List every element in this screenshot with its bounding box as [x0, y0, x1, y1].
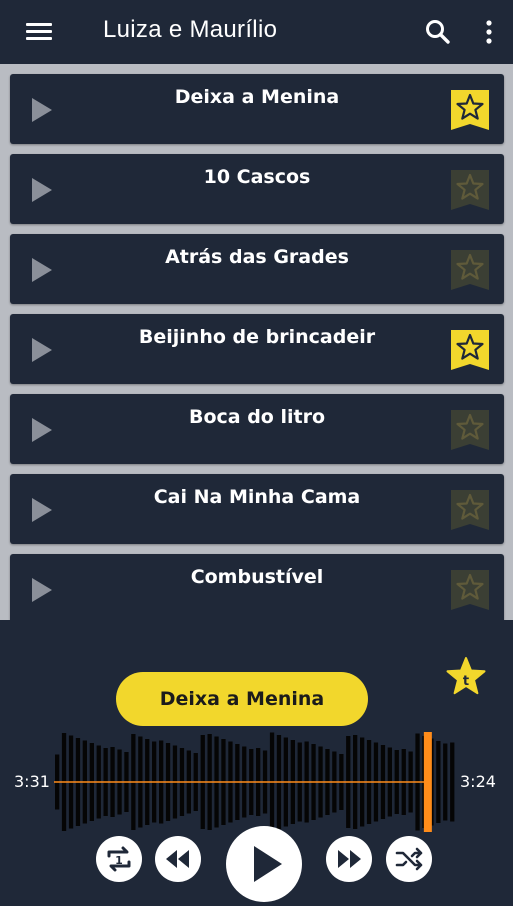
app-title: Luiza e Maurílio — [103, 16, 278, 43]
song-title: 10 Cascos — [203, 166, 311, 188]
song-row[interactable]: 10 Cascos — [10, 154, 504, 224]
app-bar: Luiza e Maurílio — [0, 0, 513, 64]
search-icon[interactable] — [424, 18, 452, 46]
elapsed-time: 3:31 — [14, 772, 50, 791]
favorite-star-icon[interactable] — [448, 247, 492, 293]
play-icon[interactable] — [32, 98, 52, 122]
favorite-star-icon[interactable]: t — [444, 654, 488, 698]
play-icon[interactable] — [32, 578, 52, 602]
now-playing-button[interactable]: Deixa a Menina — [116, 672, 368, 726]
playback-controls: 1 — [0, 826, 513, 902]
favorite-star-icon[interactable] — [448, 87, 492, 133]
song-title: Atrás das Grades — [165, 246, 349, 268]
svg-text:1: 1 — [115, 854, 123, 867]
play-icon[interactable] — [32, 258, 52, 282]
waveform-bar — [436, 741, 441, 823]
menu-icon[interactable] — [24, 18, 56, 46]
waveform-bar — [443, 743, 448, 821]
progress-thumb — [423, 732, 432, 832]
svg-text:t: t — [463, 674, 469, 689]
song-row[interactable]: Atrás das Grades — [10, 234, 504, 304]
song-list[interactable]: Deixa a Menina 10 Cascos Atrás das Grade… — [0, 64, 513, 620]
play-icon[interactable] — [32, 418, 52, 442]
play-icon[interactable] — [32, 498, 52, 522]
repeat-one-icon[interactable]: 1 — [96, 836, 142, 882]
waveform-bar — [450, 742, 455, 822]
favorite-star-icon[interactable] — [448, 407, 492, 453]
song-row[interactable]: Combustível — [10, 554, 504, 620]
song-title: Cai Na Minha Cama — [153, 486, 361, 508]
favorite-star-icon[interactable] — [448, 327, 492, 373]
remaining-time: 3:24 — [460, 772, 496, 791]
more-vertical-icon[interactable] — [480, 18, 498, 46]
song-row[interactable]: Boca do litro — [10, 394, 504, 464]
play-icon[interactable] — [32, 338, 52, 362]
play-icon[interactable] — [226, 826, 302, 902]
song-row[interactable]: Cai Na Minha Cama — [10, 474, 504, 544]
song-row[interactable]: Deixa a Menina — [10, 74, 504, 144]
rewind-icon[interactable] — [155, 836, 201, 882]
song-title: Boca do litro — [188, 406, 326, 428]
waveform-seekbar[interactable] — [54, 732, 456, 832]
shuffle-icon[interactable] — [386, 836, 432, 882]
favorite-star-icon[interactable] — [448, 487, 492, 533]
song-title: Combustível — [190, 566, 324, 588]
fast-forward-icon[interactable] — [326, 836, 372, 882]
favorite-star-icon[interactable] — [448, 167, 492, 213]
song-row[interactable]: Beijinho de brincadeir — [10, 314, 504, 384]
song-title: Deixa a Menina — [174, 86, 340, 108]
play-icon[interactable] — [32, 178, 52, 202]
favorite-star-icon[interactable] — [448, 567, 492, 613]
player-panel: t Deixa a Menina 3:31 3:24 1 — [0, 620, 513, 902]
song-title: Beijinho de brincadeir — [138, 326, 376, 348]
